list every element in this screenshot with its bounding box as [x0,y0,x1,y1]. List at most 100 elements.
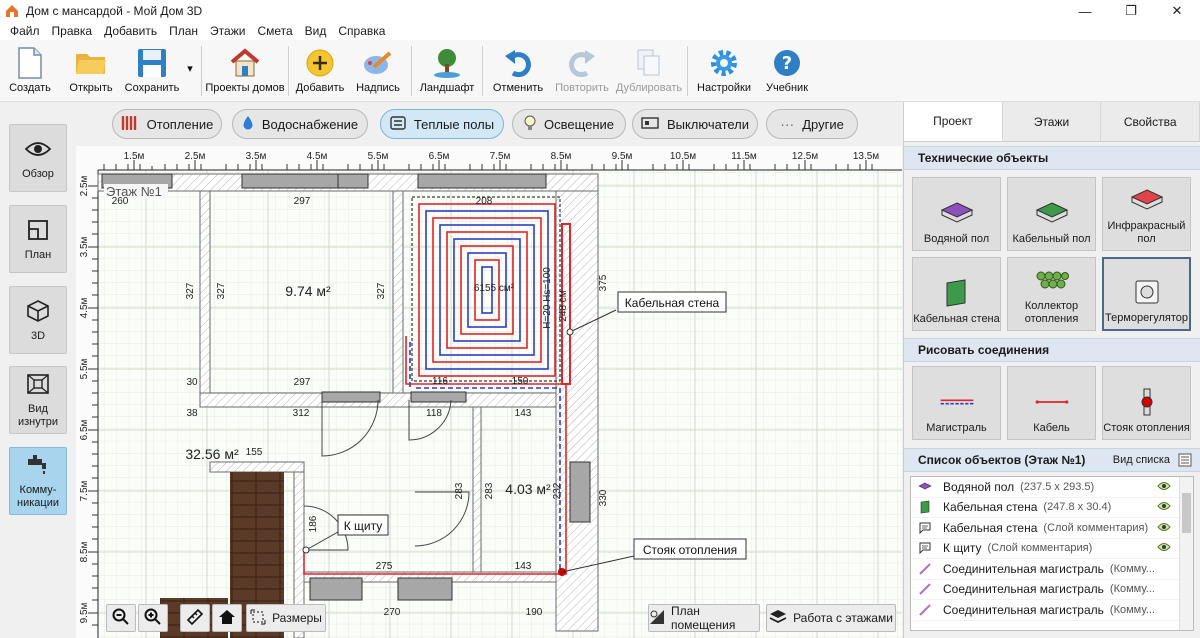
inside-view-button[interactable]: Вид изнутри [9,366,67,434]
faucet-icon [25,452,51,478]
tab-heating[interactable]: Отопление [112,109,222,139]
cable-floor-tile[interactable]: Кабельный пол [1007,177,1096,251]
comment-icon [917,521,933,535]
ruler-x-label: 6.5м [429,151,450,162]
list-scrollbar[interactable] [1179,477,1193,630]
list-view-icon[interactable] [1178,453,1192,470]
add-button[interactable]: Добавить [292,40,348,102]
tab-lighting[interactable]: Освещение [512,109,626,139]
maximize-button[interactable]: ❐ [1108,0,1154,22]
open-button[interactable]: Открыть [60,40,122,102]
tab-switches[interactable]: Выключатели [632,109,758,139]
dim-label: 327 [376,282,387,299]
main-line-tile[interactable]: Магистраль [912,366,1001,440]
settings-button[interactable]: Настройки [691,40,757,102]
create-label: Создать [9,82,51,94]
room-plan-button[interactable]: План помещения [648,604,760,632]
list-item[interactable]: Соединительная магистраль (Комму... [911,559,1193,580]
menu-plan[interactable]: План [163,24,204,38]
tab-other[interactable]: ··· Другие [766,109,858,139]
water-floor-tile[interactable]: Водяной пол [912,177,1001,251]
close-button[interactable]: ✕ [1154,0,1200,22]
warm-floor-icon [390,115,406,133]
tab-warm-floor[interactable]: Теплые полы [380,109,504,139]
undo-button[interactable]: Отменить [486,40,550,102]
room-plan-label: План помещения [671,604,736,632]
dim-label: 143 [515,561,532,572]
create-button[interactable]: Создать [0,40,60,102]
projects-button[interactable]: Проекты домов [205,40,285,102]
ruler-button[interactable] [180,604,210,632]
water-floor-small-icon [917,480,933,494]
visibility-eye-icon[interactable] [1157,500,1171,514]
plan-label: План [24,248,52,261]
tab-other-label: Другие [802,116,844,132]
room2-area: 4.03 м² [505,481,551,497]
list-item-detail: (Комму... [1109,603,1155,616]
pipe-line-icon [917,562,933,576]
list-item[interactable]: Соединительная магистраль (Комму... [911,600,1193,621]
overview-button[interactable]: Обзор [9,124,67,192]
list-item[interactable]: Водяной пол (237.5 x 293.5) [911,477,1193,498]
infrared-floor-label: Инфракрасный пол [1107,220,1186,245]
main-line-icon [939,388,975,416]
ruler-y-label: 7.5м [79,480,90,501]
dim-label: 283 [484,482,495,499]
home-button[interactable] [212,604,242,632]
list-item[interactable]: К щиту (Слой комментария) [911,539,1193,559]
visibility-eye-icon[interactable] [1157,541,1171,555]
brush-icon [361,46,395,80]
duplicate-button[interactable]: Дублировать [614,40,684,102]
zoom-in-button[interactable] [138,604,168,632]
tab-water[interactable]: Водоснабжение [232,109,368,139]
category-tabs: Отопление Водоснабжение Теплые полы Осве… [76,102,902,146]
visibility-eye-icon[interactable] [1157,480,1171,494]
menu-edit[interactable]: Правка [46,24,99,38]
visibility-eye-icon[interactable] [1157,521,1171,535]
plan-canvas[interactable]: 1.5м 2.5м 3.5м 4.5м 5.5м 6.5м 7.5м 8.5м … [76,146,902,638]
tab-switches-label: Выключатели [666,116,750,132]
menu-floors[interactable]: Этажи [204,24,251,38]
redo-button[interactable]: Повторить [550,40,614,102]
list-item[interactable]: Соединительная магистраль (Комму... [911,580,1193,600]
dim-label: 275 [376,561,393,572]
minimize-button[interactable]: — [1062,0,1108,22]
tab-properties[interactable]: Свойства [1101,102,1200,141]
landscape-button[interactable]: Ландшафт [415,40,479,102]
floors-work-button[interactable]: Работа с этажами [766,604,896,632]
save-button[interactable]: Сохранить [122,40,182,102]
view3d-button[interactable]: 3D [9,286,67,354]
list-item[interactable]: Кабельная стена (247.8 x 30.4) [911,498,1193,518]
tab-project[interactable]: Проект [904,102,1003,141]
cable-wall-tile[interactable]: Кабельная стена [912,257,1001,331]
heating-riser-tile[interactable]: Стояк отопления [1102,366,1191,440]
heating-collector-tile[interactable]: Коллектор отопления [1007,257,1096,331]
dim-label: 155 [246,447,263,458]
menu-help[interactable]: Справка [332,24,391,38]
list-view-button[interactable]: Вид списка [1113,454,1170,466]
ruler-y-label: 2.5м [79,175,90,196]
sizes-button[interactable]: Размеры [246,604,326,632]
cube-icon [25,298,51,324]
tab-floors[interactable]: Этажи [1002,102,1102,141]
list-item[interactable]: Кабельная стена (Слой комментария) [911,518,1193,539]
menu-file[interactable]: Файл [4,24,46,38]
zoom-out-button[interactable] [106,604,136,632]
caption-button[interactable]: Надпись [348,40,408,102]
cable-tile[interactable]: Кабель [1007,366,1096,440]
riser-label: Стояк отопления [1103,422,1190,434]
dim-label: 190 [526,607,543,618]
thermostat-tile[interactable]: Терморегулятор [1102,257,1191,331]
dim-label: 260 [112,196,129,207]
ruler-x-label: 1.5м [124,151,145,162]
infrared-floor-tile[interactable]: Инфракрасный пол [1102,177,1191,251]
menu-view[interactable]: Вид [299,24,333,38]
save-dropdown[interactable]: ▾ [182,40,198,102]
communications-button[interactable]: Комму-никации [9,447,67,515]
plan-button[interactable]: План [9,205,67,273]
dim-label: 30 [186,377,198,388]
menu-estimate[interactable]: Смета [251,24,298,38]
tutorial-button[interactable]: ? Учебник [757,40,817,102]
hall-area: 32.56 м² [185,446,239,462]
menu-add[interactable]: Добавить [98,24,163,38]
